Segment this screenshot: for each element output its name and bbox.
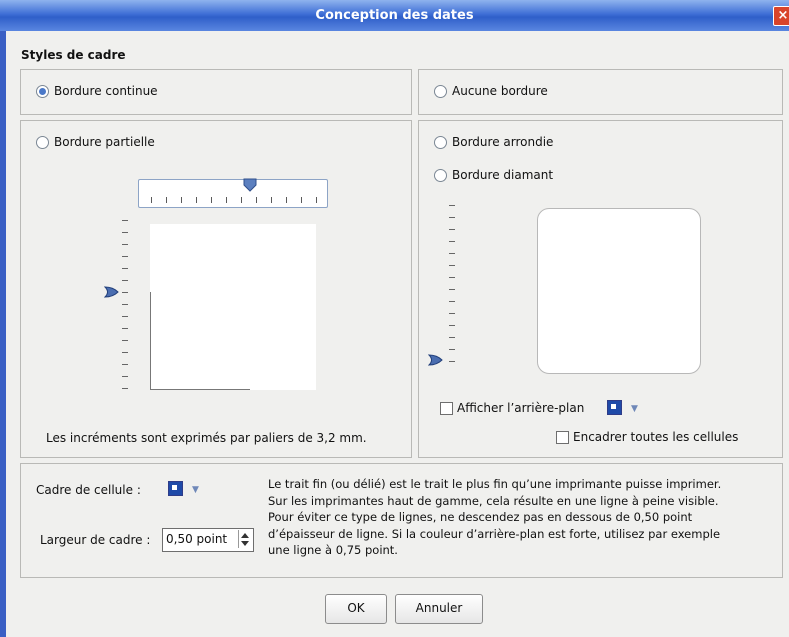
frame-width-input[interactable]: 0,50 point	[162, 528, 254, 552]
vertical-ruler-right[interactable]	[449, 205, 459, 365]
radio-checked-icon	[36, 84, 49, 98]
cell-frame-label: Cadre de cellule :	[36, 483, 141, 497]
window-left-edge	[0, 31, 6, 637]
partial-border-preview	[150, 224, 316, 390]
close-button[interactable]: ×	[773, 6, 789, 26]
no-border-radio[interactable]: Aucune bordure	[434, 84, 548, 98]
radio-icon	[36, 135, 49, 149]
continuous-border-radio[interactable]: Bordure continue	[36, 84, 158, 98]
vertical-slider-thumb-icon[interactable]	[428, 354, 444, 366]
spinner-up-icon[interactable]	[241, 533, 249, 538]
chevron-down-icon[interactable]: ▼	[631, 404, 638, 414]
frame-all-cells-checkbox[interactable]: Encadrer toutes les cellules	[556, 430, 738, 444]
background-color-swatch[interactable]	[607, 400, 622, 415]
preview-left-line	[150, 292, 151, 390]
no-border-label: Aucune bordure	[452, 84, 548, 98]
rounded-border-label: Bordure arrondie	[452, 135, 554, 149]
diamond-border-radio[interactable]: Bordure diamant	[434, 168, 553, 182]
hairline-help-text: Le trait fin (ou délié) est le trait le …	[268, 477, 722, 557]
show-background-checkbox[interactable]: Afficher l’arrière-plan	[440, 401, 584, 415]
frame-width-spinner[interactable]	[238, 530, 252, 548]
cancel-button[interactable]: Annuler	[395, 594, 483, 624]
radio-icon	[434, 135, 447, 149]
radio-icon	[434, 168, 447, 182]
rounded-border-radio[interactable]: Bordure arrondie	[434, 135, 553, 149]
horizontal-ruler-slider[interactable]	[138, 178, 328, 208]
diamond-border-label: Bordure diamant	[452, 168, 554, 182]
chevron-down-icon[interactable]: ▼	[192, 485, 199, 495]
frame-width-value: 0,50 point	[166, 532, 228, 546]
checkbox-icon	[440, 401, 453, 415]
vertical-ruler-left[interactable]	[122, 220, 132, 400]
ok-button[interactable]: OK	[325, 594, 387, 624]
frame-all-cells-label: Encadrer toutes les cellules	[573, 430, 739, 444]
show-background-label: Afficher l’arrière-plan	[457, 401, 585, 415]
vertical-slider-thumb-icon[interactable]	[104, 286, 120, 298]
checkbox-icon	[556, 430, 569, 444]
cell-frame-color-swatch[interactable]	[168, 481, 183, 496]
dialog-window: Conception des dates × Styles de cadre B…	[0, 0, 789, 637]
window-title: Conception des dates	[315, 8, 474, 23]
rounded-border-preview	[537, 208, 701, 374]
frame-styles-heading: Styles de cadre	[21, 48, 126, 62]
slider-thumb-icon[interactable]	[243, 178, 257, 192]
spinner-down-icon[interactable]	[241, 541, 249, 546]
continuous-border-label: Bordure continue	[54, 84, 158, 98]
increments-note: Les incréments sont exprimés par paliers…	[46, 431, 367, 445]
partial-border-radio[interactable]: Bordure partielle	[36, 135, 155, 149]
preview-bottom-line	[150, 389, 250, 390]
frame-width-label: Largeur de cadre :	[40, 533, 151, 547]
radio-icon	[434, 84, 447, 98]
partial-border-label: Bordure partielle	[54, 135, 155, 149]
